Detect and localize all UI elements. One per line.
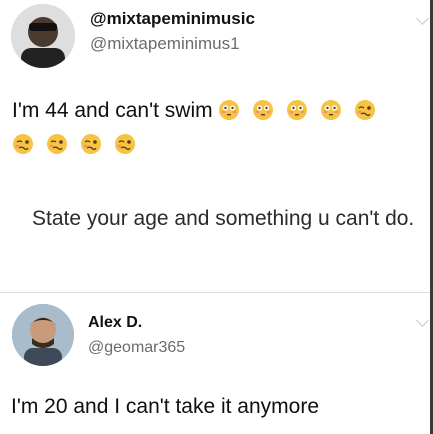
chevron-down-icon[interactable] — [416, 12, 429, 25]
reply-text: I'm 20 and I can't take it anymore — [11, 395, 320, 418]
flushed-face-icon — [287, 100, 308, 120]
reply-display-name[interactable]: Alex D. — [88, 314, 142, 332]
flushed-face-icon — [219, 100, 240, 120]
post-display-name[interactable]: @mixtapeminimusic — [90, 9, 255, 29]
woozy-face-icon — [13, 134, 33, 154]
screenshot-frame: @mixtapeminimusic @mixtapeminimus1 I'm 4… — [0, 0, 433, 434]
flushed-face-icon — [253, 100, 274, 120]
woozy-face-icon — [114, 134, 135, 154]
woozy-face-icon — [46, 134, 67, 154]
quoted-prompt-text: State your age and something u can't do. — [32, 207, 415, 230]
woozy-face-icon — [354, 100, 375, 120]
original-post: @mixtapeminimusic @mixtapeminimus1 I'm 4… — [0, 0, 433, 298]
woozy-face-icon — [80, 134, 101, 154]
avatar[interactable] — [11, 4, 75, 68]
reply-avatar[interactable] — [12, 304, 74, 366]
chevron-down-icon[interactable] — [416, 314, 429, 327]
post-handle[interactable]: @mixtapeminimus1 — [90, 34, 240, 54]
post-text: I'm 44 and can't swim — [12, 94, 424, 162]
divider — [0, 292, 433, 293]
flushed-face-icon — [320, 100, 341, 120]
reply-handle[interactable]: @geomar365 — [88, 339, 185, 357]
post-text-body: I'm 44 and can't swim — [12, 99, 213, 122]
